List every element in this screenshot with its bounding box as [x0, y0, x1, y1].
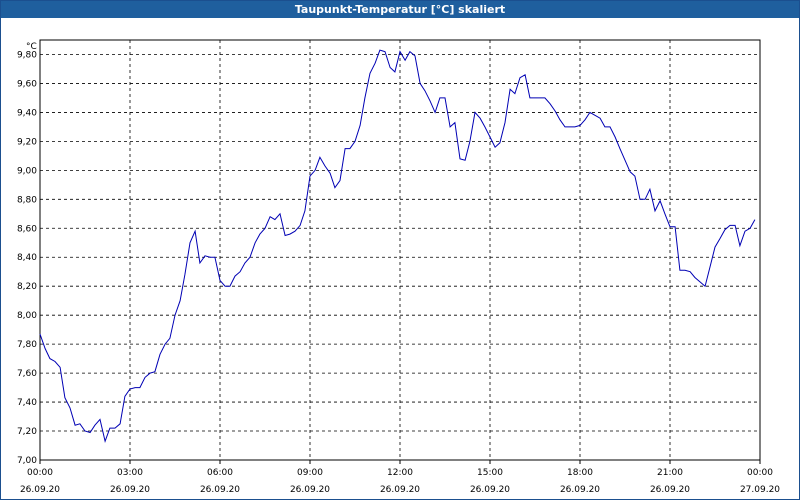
y-tick-label: 8,00	[17, 311, 37, 321]
y-tick-label: 9,00	[17, 166, 37, 176]
y-tick-label: 9,80	[17, 50, 37, 60]
y-axis-ticks: 7,00 7,20 7,40 7,60 7,80 8,00 8,20 8,40 8,60 8,80…	[17, 50, 37, 466]
y-tick-label: 9,60	[17, 79, 37, 89]
chart-plot: °C 7,007,207,407,607,808,008,208,408,608…	[17, 39, 780, 495]
y-tick-label: 7,00	[17, 456, 37, 466]
x-axis-ticks: 00:00 26.09.20 03:00 26.09.20 06:00 26.09.20 0…	[20, 460, 780, 495]
grid-lines	[40, 40, 760, 460]
x-tick-time-label: 03:00	[117, 468, 143, 478]
y-tick-label: 8,20	[17, 282, 37, 292]
x-tick-date-label: 26.09.20	[110, 485, 150, 495]
series-line	[39, 49, 756, 443]
x-tick-date-label: 26.09.20	[20, 485, 60, 495]
x-tick-date-label: 26.09.20	[380, 485, 420, 495]
x-tick-time-label: 15:00	[477, 468, 503, 478]
x-tick-date-label: 26.09.20	[650, 485, 690, 495]
x-tick-date-label: 26.09.20	[290, 485, 330, 495]
y-tick-label: 7,40	[17, 398, 37, 408]
y-tick-label: 9,20	[17, 137, 37, 147]
x-tick-date-label: 27.09.20	[740, 485, 780, 495]
x-tick-time-label: 09:00	[297, 468, 323, 478]
y-tick-label: 8,80	[17, 195, 37, 205]
x-tick-date-label: 26.09.20	[560, 485, 600, 495]
y-tick-label: 7,80	[17, 340, 37, 350]
y-tick-label: 7,20	[17, 427, 37, 437]
x-tick-time-label: 21:00	[657, 468, 683, 478]
x-tick-time-label: 12:00	[387, 468, 413, 478]
x-tick-time-label: 18:00	[567, 468, 593, 478]
x-tick-time-label: 00:00	[27, 468, 53, 478]
x-tick-time-label: 00:00	[747, 468, 773, 478]
x-tick-date-label: 26.09.20	[200, 485, 240, 495]
y-tick-label: 8,40	[17, 253, 37, 263]
x-tick-time-label: 06:00	[207, 468, 233, 478]
y-tick-label: 8,60	[17, 224, 37, 234]
y-tick-label: 7,60	[17, 369, 37, 379]
y-tick-label: 9,40	[17, 108, 37, 118]
x-tick-date-label: 26.09.20	[470, 485, 510, 495]
